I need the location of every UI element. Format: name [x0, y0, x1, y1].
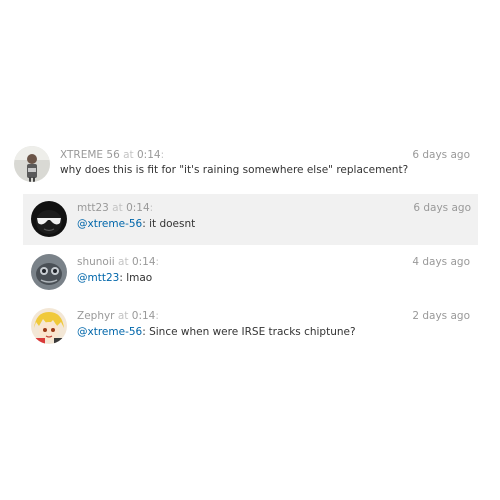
comment-text: : Since when were IRSE tracks chiptune? — [142, 326, 356, 338]
user-avatar[interactable] — [31, 254, 67, 290]
sunglasses-face-icon — [31, 201, 67, 237]
at-label: at — [117, 310, 129, 322]
comment-text: : lmao — [119, 272, 153, 284]
mention-link[interactable]: @mtt23 — [77, 272, 119, 284]
comment-text: : it doesnt — [142, 218, 196, 230]
comment-body: @xtreme-56: Since when were IRSE tracks … — [77, 325, 356, 339]
comment-meta: XTREME 56 at 0:14: — [60, 149, 165, 161]
mention-link[interactable]: @xtreme-56 — [77, 218, 142, 230]
comment-meta: Zephyr at 0:14: — [77, 310, 159, 322]
timestamp-link[interactable]: 0:14 — [137, 149, 161, 161]
comment-item: shunoii at 0:14: 4 days ago @mtt23: lmao — [0, 248, 500, 298]
comment-text: why does this is fit for "it's raining s… — [60, 164, 409, 176]
creature-photo-icon — [31, 254, 67, 290]
username-link[interactable]: XTREME 56 — [60, 149, 120, 161]
mention-link[interactable]: @xtreme-56 — [77, 326, 142, 338]
user-avatar[interactable] — [31, 201, 67, 237]
person-photo-icon — [14, 146, 50, 182]
username-link[interactable]: mtt23 — [77, 202, 109, 214]
posted-ago: 6 days ago — [413, 202, 471, 214]
username-link[interactable]: Zephyr — [77, 310, 115, 322]
at-label: at — [123, 149, 134, 161]
comment-meta: mtt23 at 0:14: — [77, 202, 154, 214]
comment-thread: XTREME 56 at 0:14: 6 days ago why does t… — [0, 0, 500, 500]
comment-meta: shunoii at 0:14: — [77, 256, 160, 268]
comment-body: @mtt23: lmao — [77, 271, 152, 285]
comment-item: mtt23 at 0:14: 6 days ago @xtreme-56: it… — [23, 194, 478, 245]
timestamp-link[interactable]: 0:14 — [132, 256, 156, 268]
at-label: at — [118, 256, 129, 268]
at-label: at — [112, 202, 123, 214]
user-avatar[interactable] — [31, 308, 67, 344]
anime-character-icon — [31, 308, 67, 344]
comment-item: XTREME 56 at 0:14: 6 days ago why does t… — [0, 140, 500, 190]
posted-ago: 2 days ago — [412, 310, 470, 322]
timestamp-link[interactable]: 0:14 — [126, 202, 150, 214]
comment-item: Zephyr at 0:14: 2 days ago @xtreme-56: S… — [0, 302, 500, 352]
posted-ago: 6 days ago — [412, 149, 470, 161]
comment-body: @xtreme-56: it doesnt — [77, 217, 195, 231]
username-link[interactable]: shunoii — [77, 256, 115, 268]
comment-body: why does this is fit for "it's raining s… — [60, 163, 408, 177]
timestamp-link[interactable]: 0:14 — [132, 310, 156, 322]
user-avatar[interactable] — [14, 146, 50, 182]
posted-ago: 4 days ago — [412, 256, 470, 268]
